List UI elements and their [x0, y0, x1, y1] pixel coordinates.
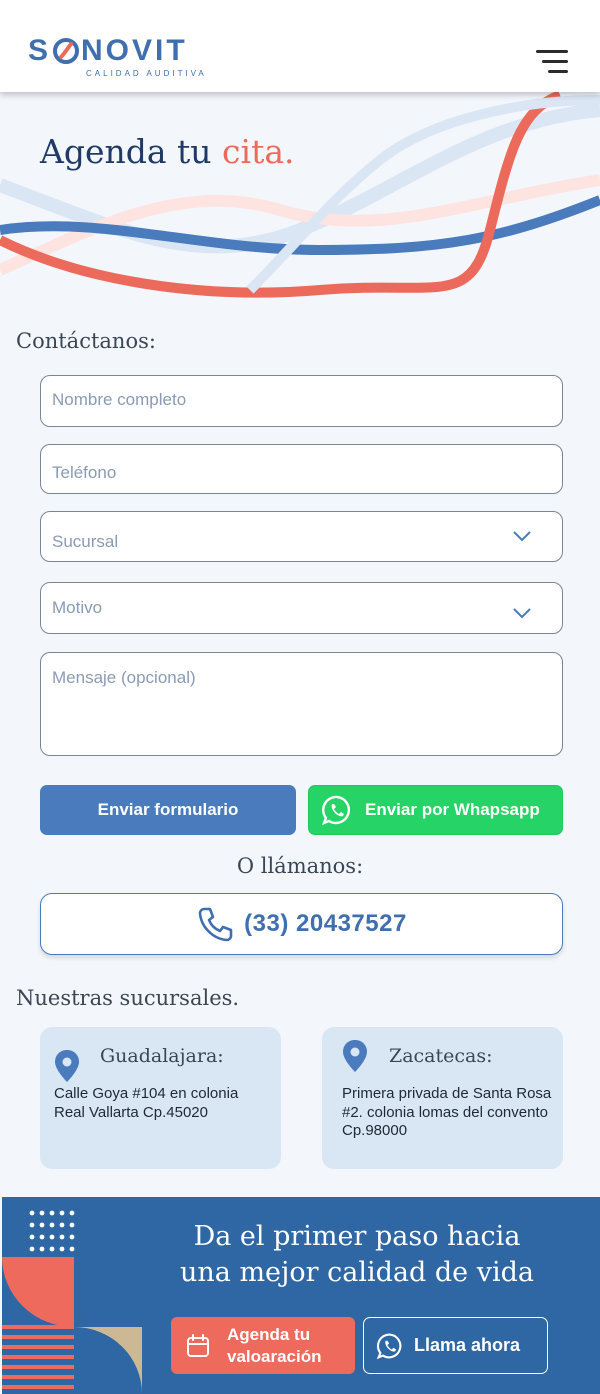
phone-field[interactable]: Teléfono	[40, 444, 563, 494]
whatsapp-send-button[interactable]: Enviar por Whapsapp	[308, 785, 563, 835]
page-title: Agenda tu cita.	[40, 132, 295, 171]
call-heading: O llámanos:	[236, 854, 364, 878]
schedule-label: Agenda tu valoaración	[227, 1324, 322, 1368]
whatsapp-icon	[321, 795, 350, 826]
branch-name: Guadalajara:	[100, 1045, 224, 1067]
name-field[interactable]: Nombre completo	[40, 375, 563, 427]
chevron-down-icon	[513, 531, 531, 542]
call-now-button[interactable]: Llama ahora	[363, 1317, 548, 1374]
whatsapp-icon	[376, 1333, 402, 1359]
logo-tagline: CALIDAD AUDITIVA	[86, 69, 207, 78]
logo-wordmark: S NOVIT	[28, 34, 198, 68]
chevron-down-icon	[513, 608, 531, 619]
reason-placeholder: Motivo	[52, 598, 103, 617]
phone-icon	[198, 907, 233, 942]
phone-number: (33) 20437527	[244, 910, 407, 937]
message-placeholder: Mensaje (opcional)	[52, 668, 196, 687]
name-placeholder: Nombre completo	[52, 390, 187, 409]
message-textarea[interactable]: Mensaje (opcional)	[40, 652, 563, 756]
logo-letter-s: S	[28, 34, 52, 67]
branch-name: Zacatecas:	[389, 1045, 493, 1067]
cta-decoration-graphic	[2, 1210, 142, 1394]
map-pin-icon	[55, 1050, 79, 1082]
branch-card-guadalajara[interactable]: Guadalajara: Calle Goya #104 en colonia …	[40, 1027, 281, 1169]
calendar-icon	[187, 1333, 209, 1357]
phone-placeholder: Teléfono	[52, 463, 117, 482]
submit-label: Enviar formulario	[97, 800, 239, 819]
schedule-label-line1: Agenda tu	[227, 1324, 311, 1344]
title-accent: cita.	[222, 132, 295, 171]
branch-placeholder: Sucursal	[52, 532, 119, 551]
site-header: S NOVIT CALIDAD AUDITIVA	[0, 0, 600, 92]
contact-heading: Contáctanos:	[16, 329, 156, 353]
sonovit-logo[interactable]: S NOVIT CALIDAD AUDITIVA	[28, 34, 204, 82]
branch-address: Calle Goya #104 en colonia Real Vallarta…	[54, 1085, 239, 1121]
whatsapp-label: Enviar por Whapsapp	[365, 800, 540, 819]
schedule-appointment-button[interactable]: Agenda tu valoaración	[171, 1317, 355, 1374]
branch-card-zacatecas[interactable]: Zacatecas: Primera privada de Santa Rosa…	[322, 1027, 563, 1169]
cta-title-line2: una mejor calidad de vida	[179, 1257, 534, 1288]
logo-ear-icon	[53, 38, 80, 64]
submit-form-button[interactable]: Enviar formulario	[40, 785, 296, 835]
branch-select[interactable]: Sucursal	[40, 511, 563, 562]
hero-waves-decoration	[0, 92, 600, 312]
logo-letters: NOVIT	[81, 34, 188, 67]
cta-title: Da el primer paso hacia una mejor calida…	[142, 1219, 572, 1291]
schedule-label-line2: valoaración	[227, 1346, 322, 1366]
hamburger-menu-icon[interactable]	[532, 46, 572, 78]
branch-address: Primera privada de Santa Rosa #2. coloni…	[342, 1085, 552, 1139]
call-phone-button[interactable]: (33) 20437527	[40, 893, 563, 955]
call-now-label: Llama ahora	[414, 1335, 521, 1355]
cta-title-line1: Da el primer paso hacia	[193, 1221, 521, 1252]
branches-heading: Nuestras sucursales.	[16, 986, 240, 1010]
map-pin-icon	[343, 1040, 367, 1072]
title-main: Agenda tu	[40, 132, 223, 171]
reason-select[interactable]: Motivo	[40, 582, 563, 634]
wave-lines-graphic	[0, 92, 600, 298]
